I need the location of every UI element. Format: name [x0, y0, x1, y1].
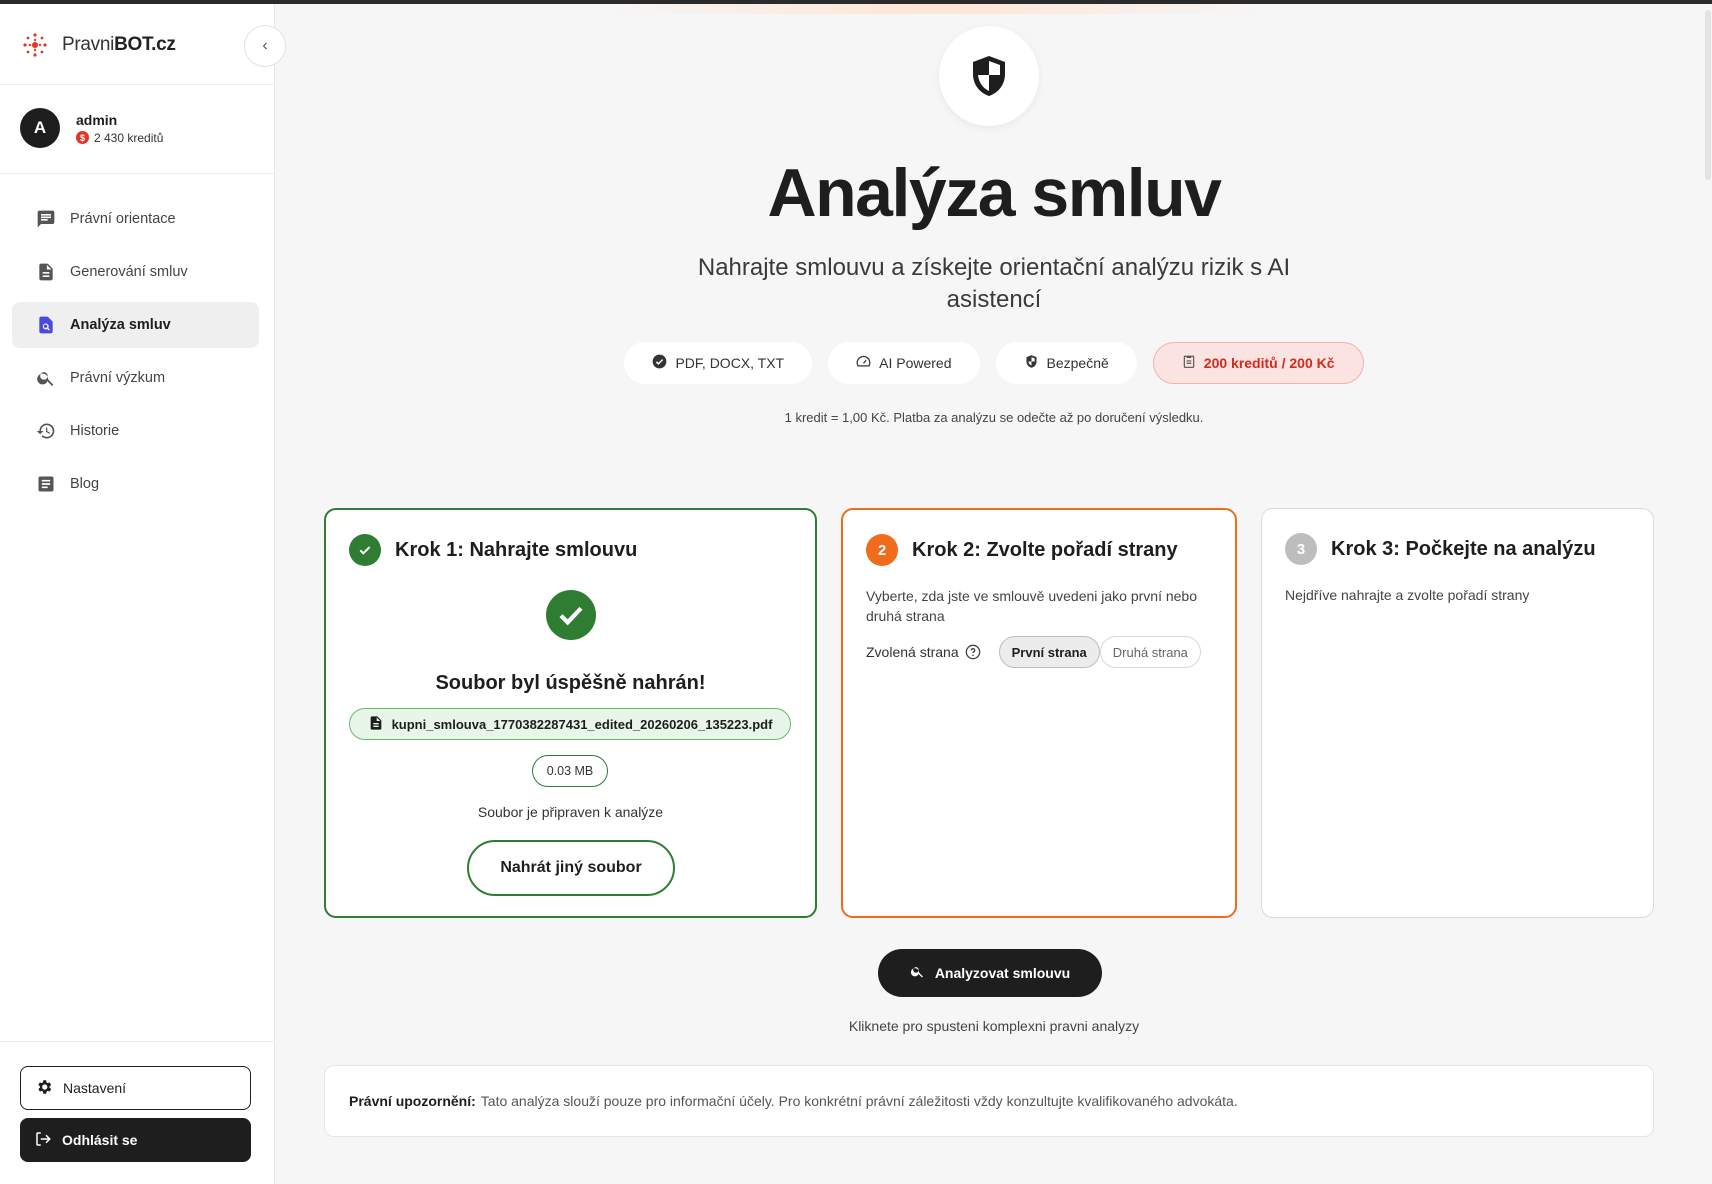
user-profile[interactable]: A admin $ 2 430 kreditů	[20, 108, 163, 148]
legal-disclaimer: Právní upozornění: Tato analýza slouží p…	[324, 1065, 1654, 1137]
chip-price: 200 kreditů / 200 Kč	[1152, 342, 1364, 384]
chat-icon	[36, 209, 56, 229]
step-1-title: Krok 1: Nahrajte smlouvu	[395, 538, 638, 561]
first-party-option[interactable]: První strana	[998, 636, 1100, 668]
scrollbar[interactable]	[1704, 4, 1712, 1184]
hero-glow	[606, 4, 1266, 14]
chip-secure: Bezpečně	[995, 342, 1137, 384]
divider	[0, 173, 275, 174]
sidebar-item-pravni-vyzkum[interactable]: Právní výzkum	[12, 355, 259, 401]
upload-another-file-button[interactable]: Nahrát jiný soubor	[467, 840, 675, 896]
settings-label: Nastavení	[63, 1080, 127, 1096]
document-search-icon	[36, 315, 56, 335]
brand-name: PravniBOT.cz	[62, 34, 176, 55]
analyze-contract-button[interactable]: Analyzovat smlouvu	[878, 949, 1102, 997]
logout-icon	[34, 1130, 52, 1151]
settings-button[interactable]: Nastavení	[20, 1066, 251, 1110]
page-subtitle: Nahrajte smlouvu a získejte orientační a…	[697, 254, 1291, 313]
sidebar-item-label: Blog	[70, 476, 100, 492]
party-toggle: První strana Druhá strana	[998, 636, 1201, 668]
shield-icon	[973, 56, 1005, 96]
step-complete-icon	[349, 534, 381, 566]
step-number-badge: 3	[1285, 533, 1317, 565]
sidebar: PravniBOT.cz A admin $ 2 430 kreditů Prá…	[0, 0, 275, 1184]
logo-icon	[20, 30, 50, 60]
step-3-description: Nejdříve nahrajte a zvolte pořadí strany	[1285, 587, 1530, 603]
feature-chips: PDF, DOCX, TXT AI Powered Bezpečně 200 k…	[276, 342, 1712, 384]
step-number-badge: 2	[866, 534, 898, 566]
second-party-option[interactable]: Druhá strana	[1099, 636, 1201, 668]
chip-ai-powered: AI Powered	[828, 342, 980, 384]
analyze-hint: Kliknete pro spusteni komplexni pravni a…	[848, 1018, 1140, 1034]
step-2-title: Krok 2: Zvolte pořadí strany	[912, 538, 1178, 561]
party-selector-label: Zvolená strana	[866, 644, 959, 660]
help-icon[interactable]	[965, 644, 981, 660]
sidebar-item-label: Historie	[70, 423, 120, 439]
sidebar-item-generovani-smluv[interactable]: Generování smluv	[12, 249, 259, 295]
divider	[0, 1041, 275, 1042]
divider	[0, 84, 275, 85]
step-3-card: 3 Krok 3: Počkejte na analýzu Nejdříve n…	[1261, 508, 1654, 918]
step-1-card: Krok 1: Nahrajte smlouvu Soubor byl úspě…	[324, 508, 817, 918]
sidebar-item-label: Právní orientace	[70, 211, 176, 227]
user-name: admin	[76, 111, 118, 128]
check-circle-icon	[652, 354, 667, 372]
document-icon	[36, 262, 56, 282]
chevron-left-icon: ‹	[262, 37, 268, 54]
sidebar-nav: Právní orientace Generování smluv Analýz…	[12, 196, 259, 514]
file-size-badge: 0.03 MB	[532, 755, 608, 787]
upload-success-message: Soubor byl úspěšně nahrán!	[435, 672, 706, 694]
chip-formats: PDF, DOCX, TXT	[624, 342, 813, 384]
scrollbar-thumb[interactable]	[1705, 10, 1711, 180]
step-2-description: Vyberte, zda jste ve smlouvě uvedeni jak…	[866, 588, 1198, 624]
receipt-icon	[1182, 354, 1196, 372]
coin-icon: $	[76, 131, 89, 144]
sidebar-item-blog[interactable]: Blog	[12, 461, 259, 507]
credit-balance: $ 2 430 kreditů	[76, 131, 163, 145]
main-content: Analýza smluv Nahrajte smlouvu a získejt…	[276, 4, 1712, 1184]
sidebar-item-historie[interactable]: Historie	[12, 408, 259, 454]
article-icon	[36, 474, 56, 494]
collapse-sidebar-button[interactable]: ‹	[244, 25, 286, 67]
logo[interactable]: PravniBOT.cz	[20, 30, 176, 60]
uploaded-file-name: kupni_smlouva_1770382287431_edited_20260…	[349, 708, 791, 740]
pricing-note: 1 kredit = 1,00 Kč. Platba za analýzu se…	[784, 410, 1204, 425]
sidebar-item-pravni-orientace[interactable]: Právní orientace	[12, 196, 259, 242]
history-icon	[36, 421, 56, 441]
search-icon	[910, 964, 925, 982]
gear-icon	[35, 1078, 53, 1099]
avatar: A	[20, 108, 60, 148]
party-selector-row: Zvolená strana První strana Druhá strana	[866, 636, 1201, 668]
logout-button[interactable]: Odhlásit se	[20, 1118, 251, 1162]
file-ready-text: Soubor je připraven k analýze	[477, 804, 664, 820]
sidebar-item-label: Generování smluv	[70, 264, 188, 280]
sidebar-item-analyza-smluv[interactable]: Analýza smluv	[12, 302, 259, 348]
speedometer-icon	[856, 354, 871, 372]
analyze-button-label: Analyzovat smlouvu	[934, 965, 1071, 981]
sidebar-item-label: Analýza smluv	[70, 317, 171, 333]
logout-label: Odhlásit se	[62, 1132, 138, 1148]
credit-count: 2 430 kreditů	[94, 130, 164, 145]
hero-icon-circle	[939, 26, 1039, 126]
upload-success-icon	[546, 590, 596, 640]
disclaimer-text: Tato analýza slouží pouze pro informační…	[480, 1093, 1238, 1109]
search-icon	[36, 368, 56, 388]
top-bar	[0, 0, 1712, 4]
disclaimer-label: Právní upozornění:	[349, 1093, 476, 1109]
page-title: Analýza smluv	[767, 155, 1222, 231]
sidebar-item-label: Právní výzkum	[70, 370, 166, 386]
shield-icon	[1024, 354, 1039, 372]
step-2-card: 2 Krok 2: Zvolte pořadí strany Vyberte, …	[841, 508, 1237, 918]
file-icon	[368, 714, 384, 735]
step-3-title: Krok 3: Počkejte na analýzu	[1331, 537, 1596, 560]
